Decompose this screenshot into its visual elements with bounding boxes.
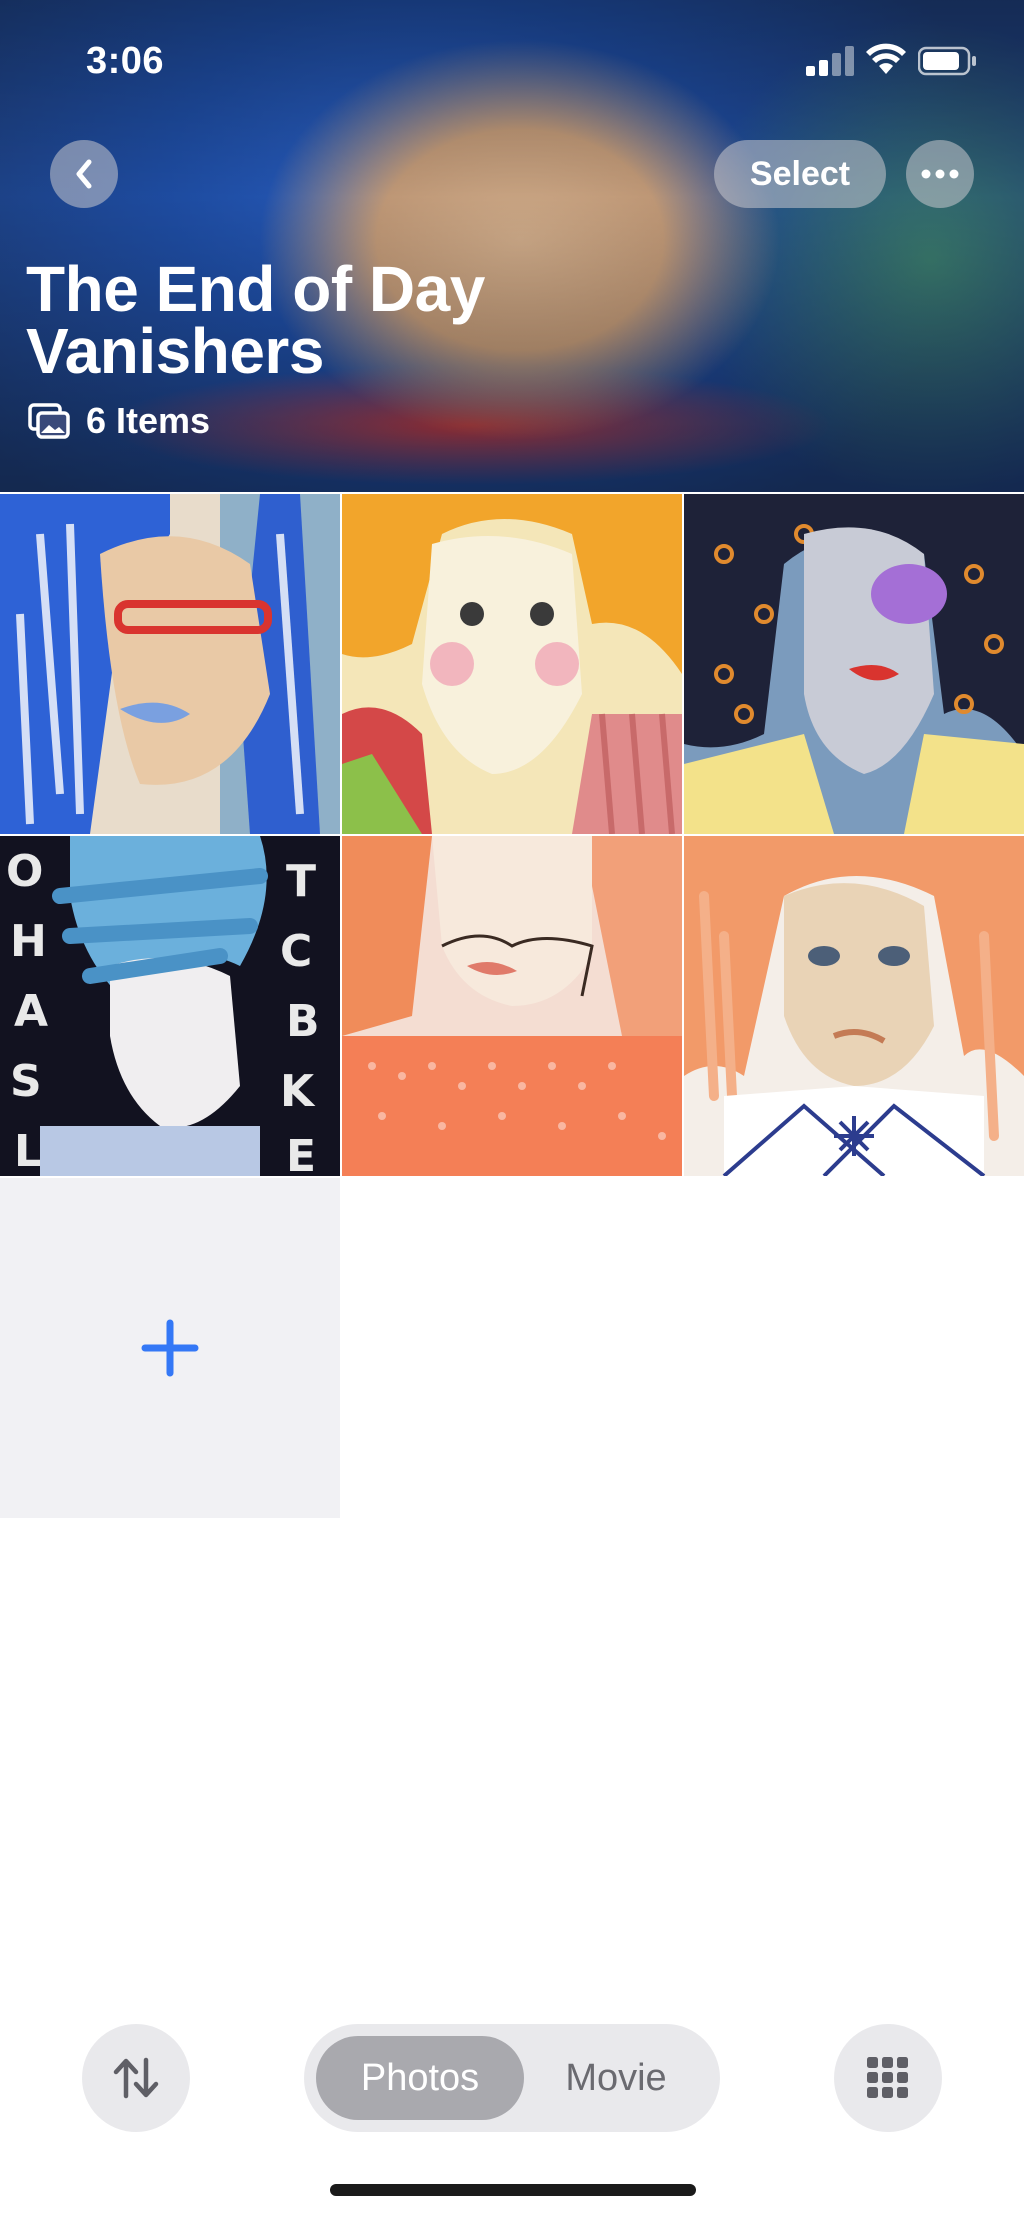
svg-text:A: A — [14, 986, 48, 1037]
photo-orange-hair-pink-top — [342, 836, 682, 1176]
svg-text:S: S — [10, 1056, 42, 1107]
svg-text:L: L — [14, 1126, 42, 1176]
add-photos-button[interactable] — [0, 1178, 340, 1518]
photo-tile-3[interactable] — [684, 494, 1024, 834]
status-time: 3:06 — [86, 40, 165, 82]
photo-dark-hair-purple-sunglasses — [684, 494, 1024, 834]
status-bar: 3:06 — [0, 0, 1024, 120]
photo-tile-6[interactable] — [684, 836, 1024, 1176]
photo-tile-1[interactable] — [0, 494, 340, 834]
svg-text:B: B — [286, 996, 320, 1047]
back-button[interactable] — [50, 140, 118, 208]
photo-stack-icon — [28, 403, 70, 439]
select-button[interactable]: Select — [714, 140, 886, 208]
wifi-icon — [866, 43, 906, 74]
album-title: The End of Day Vanishers — [26, 253, 485, 387]
segment-movie[interactable]: Movie — [524, 2036, 708, 2120]
more-options-button[interactable] — [906, 140, 974, 208]
svg-text:H: H — [10, 916, 47, 967]
chevron-left-icon — [76, 159, 92, 189]
photo-orange-hair-white-collar — [684, 836, 1024, 1176]
svg-text:C: C — [280, 926, 312, 977]
photo-tile-4[interactable]: OHA SL TCB KE — [0, 836, 340, 1176]
grid-layout-button[interactable] — [834, 2024, 942, 2132]
grid-icon — [867, 2057, 908, 2098]
cellular-signal-icon — [806, 46, 854, 76]
svg-text:O: O — [6, 846, 43, 897]
svg-text:T: T — [286, 856, 316, 907]
home-indicator[interactable] — [330, 2184, 696, 2196]
svg-text:E: E — [286, 1131, 316, 1176]
battery-icon — [918, 46, 976, 76]
plus-icon — [141, 1319, 199, 1377]
segment-photos[interactable]: Photos — [316, 2036, 524, 2120]
sort-arrows-icon — [113, 2057, 159, 2099]
photo-blue-hair-letters-background: OHA SL TCB KE — [0, 836, 340, 1176]
sort-button[interactable] — [82, 2024, 190, 2132]
photo-yellow-hair-hand-on-cheek — [342, 494, 682, 834]
photo-tile-5[interactable] — [342, 836, 682, 1176]
svg-text:K: K — [280, 1066, 316, 1117]
photo-blue-hair-red-glasses — [0, 494, 340, 834]
ellipsis-icon — [921, 169, 959, 179]
item-count-row: 6 Items — [28, 400, 210, 442]
album-header: 3:06 Select The End of Day Vanishers 6 I… — [0, 0, 1024, 492]
view-mode-segmented-control: Photos Movie — [304, 2024, 720, 2132]
item-count: 6 Items — [86, 400, 211, 441]
photo-tile-2[interactable] — [342, 494, 682, 834]
